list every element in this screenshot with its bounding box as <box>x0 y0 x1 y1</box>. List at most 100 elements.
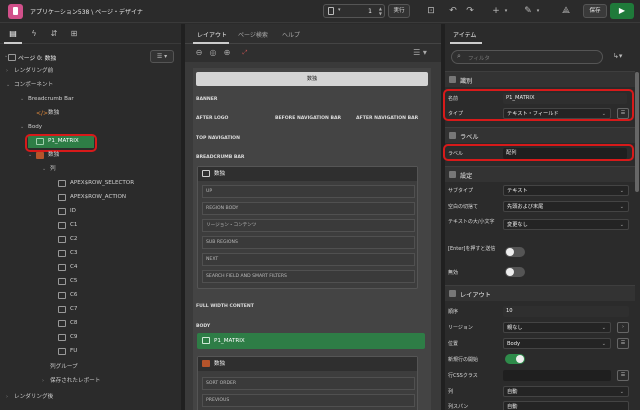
p1-matrix-item[interactable]: P1_MATRIX <box>197 333 425 349</box>
tree-breadcrumb-bar[interactable]: ⌄ Breadcrumb Bar <box>0 93 181 106</box>
tab-page-search[interactable]: ページ検索 <box>238 30 268 39</box>
redo-icon[interactable]: ↷ <box>464 5 476 17</box>
property-scrollbar[interactable] <box>635 68 639 410</box>
zoom-out-icon[interactable]: ⊖ <box>193 47 205 59</box>
case-select[interactable]: 変更なし ⌄ <box>503 219 629 230</box>
tab-help[interactable]: ヘルプ <box>282 30 300 39</box>
page-selector[interactable]: ▾ 1 ▲ ▼ <box>323 4 385 18</box>
run-button[interactable]: 実行 <box>388 4 410 18</box>
tree-col-c5[interactable]: C5 <box>0 275 181 288</box>
tree-col-c8[interactable]: C8 <box>0 317 181 330</box>
prop-label: テキストの大/小文字 <box>448 219 495 225</box>
list-icon[interactable]: ☰ <box>617 338 629 349</box>
tree-menu-button[interactable]: ☰ ▾ <box>150 50 174 63</box>
slot-region-content[interactable]: リージョン・コンテンツ <box>202 219 415 232</box>
tree-col-c2[interactable]: C2 <box>0 233 181 246</box>
tree-before-render[interactable]: › レンダリング前 <box>0 65 181 78</box>
tree-label: 列 <box>50 166 56 172</box>
trim-select[interactable]: 先頭および末尾 ⌄ <box>503 201 629 212</box>
tree-col-row-action[interactable]: APEX$ROW_ACTION <box>0 191 181 204</box>
highlight-identification <box>443 89 634 121</box>
undo-icon[interactable]: ↶ <box>447 5 459 17</box>
rendering-tab-icon[interactable]: ▤ <box>7 28 19 40</box>
go-to-group-icon[interactable]: ↳▾ <box>613 52 622 60</box>
dynamic-actions-tab-icon[interactable]: ϟ <box>28 28 40 40</box>
tree-col-c1[interactable]: C1 <box>0 219 181 232</box>
run-page-button[interactable]: ▶ <box>610 3 634 19</box>
enter-submit-toggle[interactable] <box>505 247 525 257</box>
list-icon[interactable]: ☰ <box>617 370 629 381</box>
filter-input[interactable]: ⌕ フィルタ <box>451 50 603 64</box>
slot-up[interactable]: UP <box>202 185 415 198</box>
search-icon: ⌕ <box>457 52 461 60</box>
tree-body[interactable]: ⌄ Body <box>0 121 181 134</box>
slot-previous[interactable]: PREVIOUS <box>202 394 415 407</box>
slot-sort-order[interactable]: SORT ORDER <box>202 377 415 390</box>
tree-breadcrumb-sudoku[interactable]: </> 数独 <box>0 107 181 120</box>
tab-layout[interactable]: レイアウト <box>197 30 227 39</box>
position-select[interactable]: Body ⌄ <box>503 338 611 349</box>
tree-saved-reports[interactable]: › 保存されたレポート <box>0 375 181 388</box>
tree-col-c7[interactable]: C7 <box>0 303 181 316</box>
tree-region-sudoku[interactable]: ⌄ 数独 <box>0 149 181 162</box>
body-region[interactable]: 数独 SORT ORDER PREVIOUS <box>197 356 418 410</box>
tab-item[interactable]: アイテム <box>453 30 476 39</box>
tree-col-fu[interactable]: FU <box>0 345 181 358</box>
slot-region-body[interactable]: REGION BODY <box>202 202 415 215</box>
breadcrumb-region[interactable]: 数独 UP REGION BODY リージョン・コンテンツ SUB REGION… <box>197 166 418 289</box>
app-icon[interactable] <box>8 4 23 19</box>
layout-menu-icon[interactable]: ☰ ▾ <box>410 47 430 59</box>
tree-label: C7 <box>70 306 78 312</box>
tree-col-id[interactable]: ID <box>0 205 181 218</box>
disabled-toggle[interactable] <box>505 267 525 277</box>
sequence-input[interactable]: 10 <box>503 306 629 317</box>
column-select[interactable]: 自動 ⌄ <box>503 386 629 397</box>
zoom-in-icon[interactable]: ⊕ <box>221 47 233 59</box>
layout-toolbar: ⊖ ◎ ⊕ ⤢ ☰ ▾ <box>185 44 441 62</box>
lock-icon[interactable]: ⊡ <box>425 5 437 17</box>
slot-search-field[interactable]: SEARCH FIELD AND SMART FILTERS <box>202 270 415 283</box>
slot-sub-regions[interactable]: SUB REGIONS <box>202 236 415 249</box>
prop-column-span: 列スパン 自動 <box>445 400 635 410</box>
tree-components[interactable]: ⌄ コンポーネント <box>0 79 181 92</box>
tree-columns[interactable]: ⌄ 列 <box>0 163 181 176</box>
add-dropdown-icon[interactable]: ▾ <box>500 5 512 17</box>
page-spinner[interactable]: ▲ ▼ <box>379 6 382 16</box>
left-pane-tabs: ▤ ϟ ⇵ ⊞ <box>0 24 181 44</box>
scrollbar-thumb[interactable] <box>635 72 639 192</box>
processing-tab-icon[interactable]: ⇵ <box>48 28 60 40</box>
top-region-bar[interactable]: 数独 <box>196 72 428 86</box>
save-button[interactable]: 保存 <box>583 4 607 18</box>
prop-label: 列 <box>448 389 454 395</box>
tree-col-c9[interactable]: C9 <box>0 331 181 344</box>
group-layout[interactable]: レイアウト <box>445 285 635 301</box>
go-to-icon[interactable]: › <box>617 322 629 333</box>
shared-components-icon[interactable]: ⟁ <box>560 5 572 17</box>
shared-components-tab-icon[interactable]: ⊞ <box>68 28 80 40</box>
tree-label: ID <box>70 208 76 214</box>
tree-column-groups[interactable]: 列グループ <box>0 361 181 374</box>
tree-after-render[interactable]: › レンダリング後 <box>0 391 181 404</box>
new-row-toggle[interactable] <box>505 354 525 364</box>
utilities-dropdown-icon[interactable]: ▾ <box>532 5 544 17</box>
column-icon <box>58 278 66 285</box>
tree-col-c4[interactable]: C4 <box>0 261 181 274</box>
column-span-select[interactable]: 自動 <box>503 401 629 410</box>
prop-label: [Enter]を押すと送信 <box>448 246 496 252</box>
chevron-down-icon: ⌄ <box>601 341 606 347</box>
prop-new-row: 新規行の開始 <box>445 353 635 366</box>
group-label[interactable]: ラベル <box>445 127 635 143</box>
subtype-select[interactable]: テキスト ⌄ <box>503 185 629 196</box>
region-select[interactable]: 親なし ⌄ <box>503 322 611 333</box>
tree-col-c6[interactable]: C6 <box>0 289 181 302</box>
group-settings[interactable]: 設定 <box>445 166 635 182</box>
expand-layout-icon[interactable]: ⤢ <box>239 47 251 59</box>
prop-label: 無効 <box>448 270 459 276</box>
group-identification[interactable]: 識別 <box>445 71 635 87</box>
row-css-input[interactable] <box>503 370 611 381</box>
slot-next[interactable]: NEXT <box>202 253 415 266</box>
tree-col-row-selector[interactable]: APEX$ROW_SELECTOR <box>0 177 181 190</box>
tree-col-c3[interactable]: C3 <box>0 247 181 260</box>
page-number-input[interactable]: 1 <box>368 8 372 15</box>
zoom-reset-icon[interactable]: ◎ <box>207 47 219 59</box>
